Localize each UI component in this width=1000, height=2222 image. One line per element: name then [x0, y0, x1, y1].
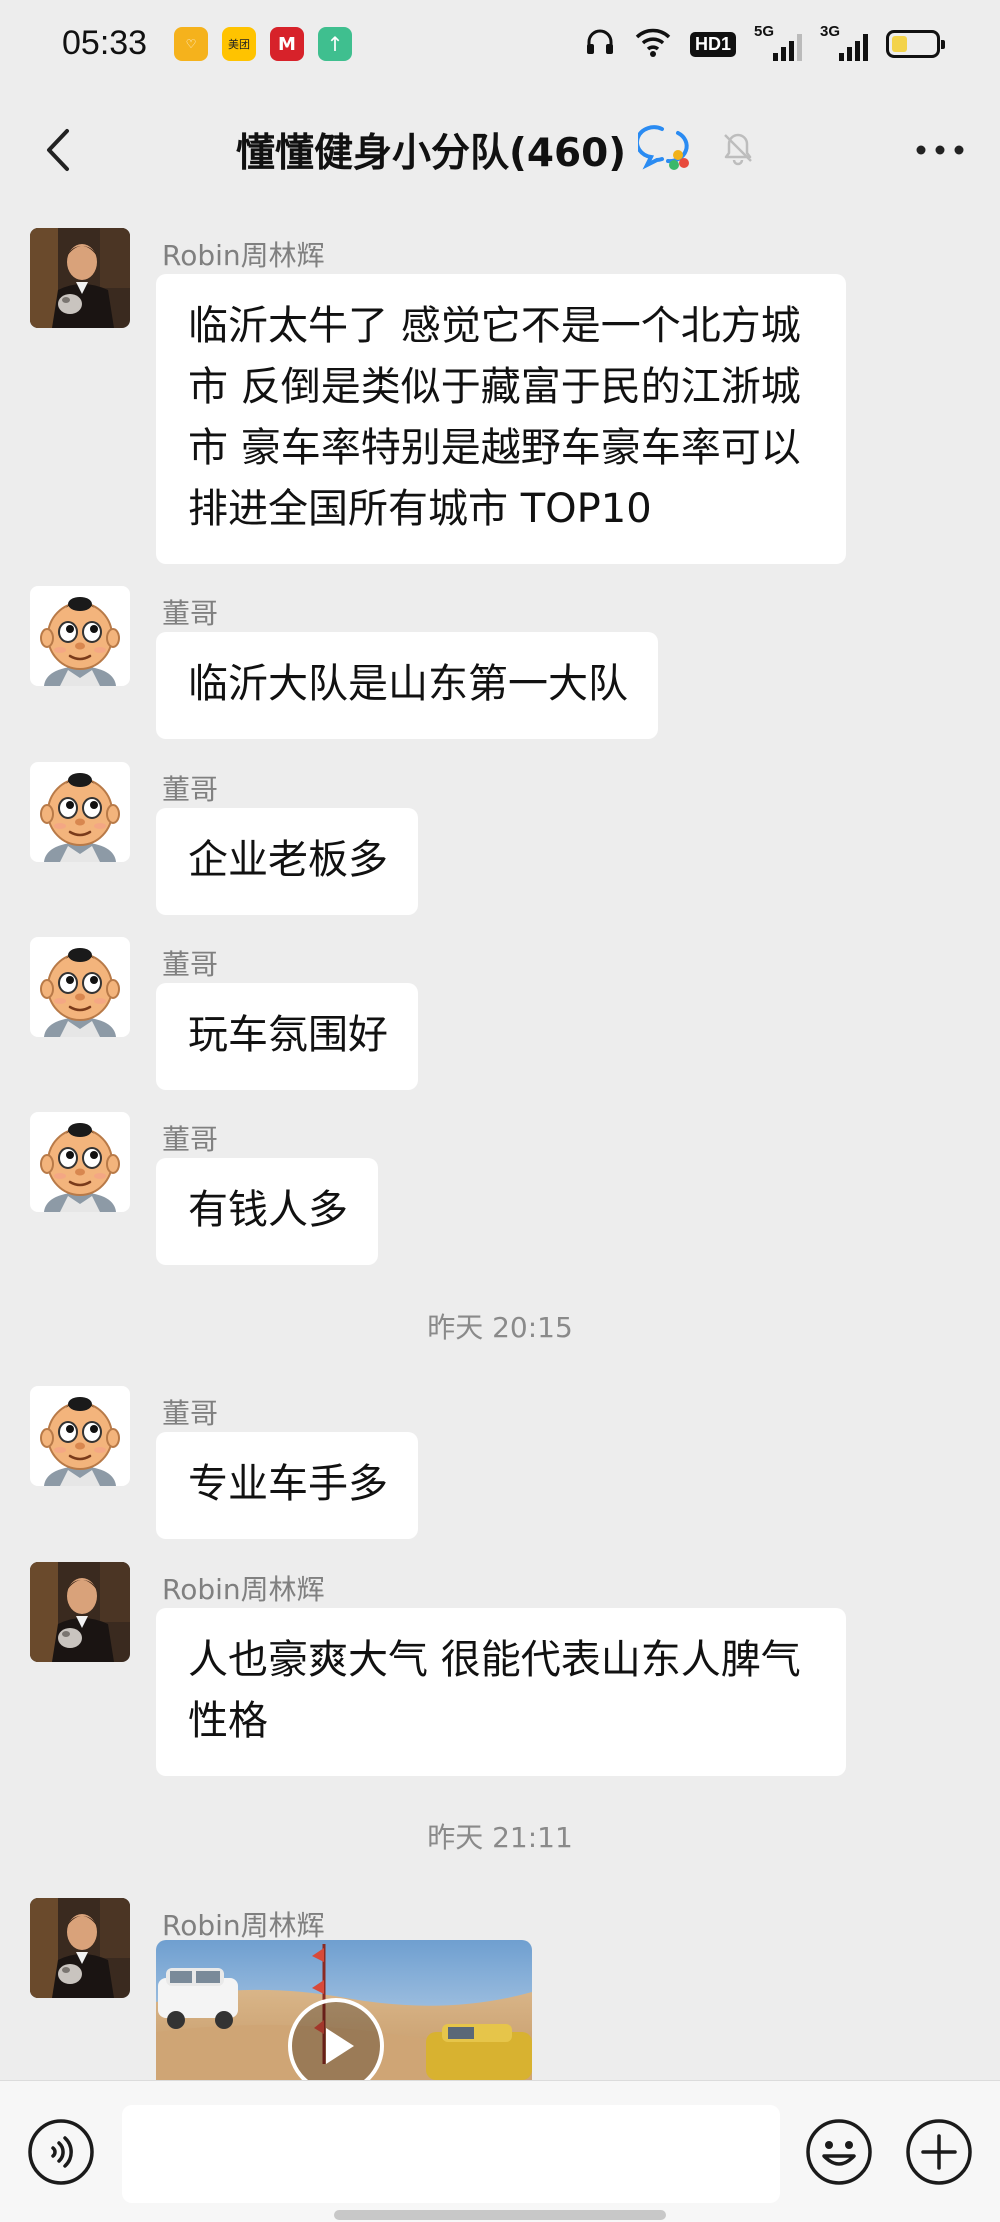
- message-bubble[interactable]: 企业老板多: [156, 808, 418, 915]
- play-button[interactable]: [288, 1998, 384, 2080]
- signal-5g-label: 5G: [754, 23, 775, 40]
- heart-app-icon: ♡: [174, 27, 208, 61]
- headphones-icon: [584, 26, 616, 62]
- message-bubble[interactable]: 人也豪爽大气 很能代表山东人脾气 性格: [156, 1608, 846, 1776]
- dongge-avatar-image: [30, 1386, 130, 1486]
- dongge-avatar-image: [30, 586, 130, 686]
- message-text-line: 市 反倒是类似于藏富于民的江浙城: [188, 364, 801, 410]
- chat-title-group[interactable]: 懂懂健身小分队(460): [236, 122, 756, 178]
- timestamp-divider: 昨天 21:11: [427, 1821, 573, 1854]
- robin-avatar-image: [30, 1898, 130, 1998]
- message-input[interactable]: [122, 2105, 780, 2203]
- dongge-avatar-image: [30, 1112, 130, 1212]
- message-text-line: 企业老板多: [188, 837, 388, 883]
- battery-icon: [886, 30, 945, 58]
- chat-title: 懂懂健身小分队(460): [236, 131, 627, 176]
- dongge-avatar-image: [30, 937, 130, 1037]
- plus-icon: [906, 2119, 972, 2185]
- voice-input-button[interactable]: [26, 2117, 96, 2187]
- sender-name: 董哥: [162, 1397, 219, 1430]
- message-text-line: 有钱人多: [188, 1187, 348, 1233]
- mute-bell-icon: [720, 130, 756, 170]
- chat-header: 懂懂健身小分队(460): [0, 100, 1000, 200]
- upload-app-icon-glyph: ↑: [326, 32, 344, 56]
- status-indicators: HD1 5G 3G: [584, 22, 945, 66]
- merchants-bank-app-icon: M: [270, 27, 304, 61]
- meituan-app-icon-glyph: 美团: [228, 38, 250, 51]
- hd-badge: HD1: [689, 31, 736, 57]
- more-dots-icon: [916, 145, 964, 155]
- signal-3g-label: 3G: [820, 23, 841, 40]
- robin-avatar-image: [30, 228, 130, 328]
- dongge-avatar-image: [30, 762, 130, 862]
- sender-name: Robin周林辉: [162, 1909, 325, 1942]
- avatar-dongge[interactable]: [30, 937, 130, 1037]
- status-time: 05:33: [62, 24, 148, 62]
- more-options-button[interactable]: [910, 126, 970, 174]
- message-text-line: 临沂大队是山东第一大队: [188, 661, 628, 707]
- battery-fill: [892, 36, 907, 52]
- message-bubble[interactable]: 临沂大队是山东第一大队: [156, 632, 658, 739]
- video-message[interactable]: [156, 1940, 532, 2080]
- message-text-line: 市 豪车率特别是越野车豪车率可以: [188, 425, 801, 471]
- sender-name: Robin周林辉: [162, 1573, 325, 1606]
- message-bubble[interactable]: 玩车氛围好: [156, 983, 418, 1090]
- input-bar: [0, 2080, 1000, 2222]
- message-bubble[interactable]: 临沂太牛了 感觉它不是一个北方城 市 反倒是类似于藏富于民的江浙城 市 豪车率特…: [156, 274, 846, 564]
- merchants-bank-app-icon-glyph: M: [278, 33, 296, 55]
- emoji-button[interactable]: [804, 2117, 874, 2187]
- avatar-dongge[interactable]: [30, 1112, 130, 1212]
- message-text-line: 临沂太牛了 感觉它不是一个北方城: [188, 303, 801, 349]
- message-text-line: 专业车手多: [188, 1461, 388, 1507]
- avatar-robin[interactable]: [30, 1898, 130, 1998]
- robin-avatar-image: [30, 1562, 130, 1662]
- voice-icon: [28, 2119, 94, 2185]
- home-indicator[interactable]: [334, 2210, 666, 2220]
- group-chat-badge-icon: [635, 123, 694, 177]
- signal-3g-icon: 3G: [820, 23, 868, 61]
- message-bubble[interactable]: 有钱人多: [156, 1158, 378, 1265]
- message-bubble[interactable]: 专业车手多: [156, 1432, 418, 1539]
- message-text-line: 排进全国所有城市 TOP10: [188, 486, 652, 532]
- more-features-button[interactable]: [904, 2117, 974, 2187]
- heart-app-icon-glyph: ♡: [185, 37, 197, 51]
- upload-app-icon: ↑: [318, 27, 352, 61]
- avatar-dongge[interactable]: [30, 586, 130, 686]
- smiley-icon: [806, 2119, 872, 2185]
- sender-name: 董哥: [162, 773, 219, 806]
- timestamp-divider: 昨天 20:15: [427, 1311, 573, 1344]
- message-text-line: 性格: [188, 1698, 268, 1744]
- signal-5g-icon: 5G: [754, 23, 802, 61]
- sender-name: 董哥: [162, 597, 219, 630]
- sender-name: 董哥: [162, 1123, 219, 1156]
- avatar-dongge[interactable]: [30, 1386, 130, 1486]
- avatar-robin[interactable]: [30, 1562, 130, 1662]
- play-icon: [326, 2028, 354, 2064]
- message-text-line: 人也豪爽大气 很能代表山东人脾气: [188, 1637, 801, 1683]
- sender-name: 董哥: [162, 948, 219, 981]
- back-button[interactable]: [30, 122, 86, 178]
- avatar-robin[interactable]: [30, 228, 130, 328]
- meituan-app-icon: 美团: [222, 27, 256, 61]
- chevron-left-icon: [47, 129, 69, 171]
- sender-name: Robin周林辉: [162, 239, 325, 272]
- wifi-icon: [634, 26, 672, 62]
- message-text-line: 玩车氛围好: [188, 1012, 388, 1058]
- avatar-dongge[interactable]: [30, 762, 130, 862]
- status-bar: 05:33 ♡ 美团 M ↑ HD1 5G 3G: [0, 0, 1000, 90]
